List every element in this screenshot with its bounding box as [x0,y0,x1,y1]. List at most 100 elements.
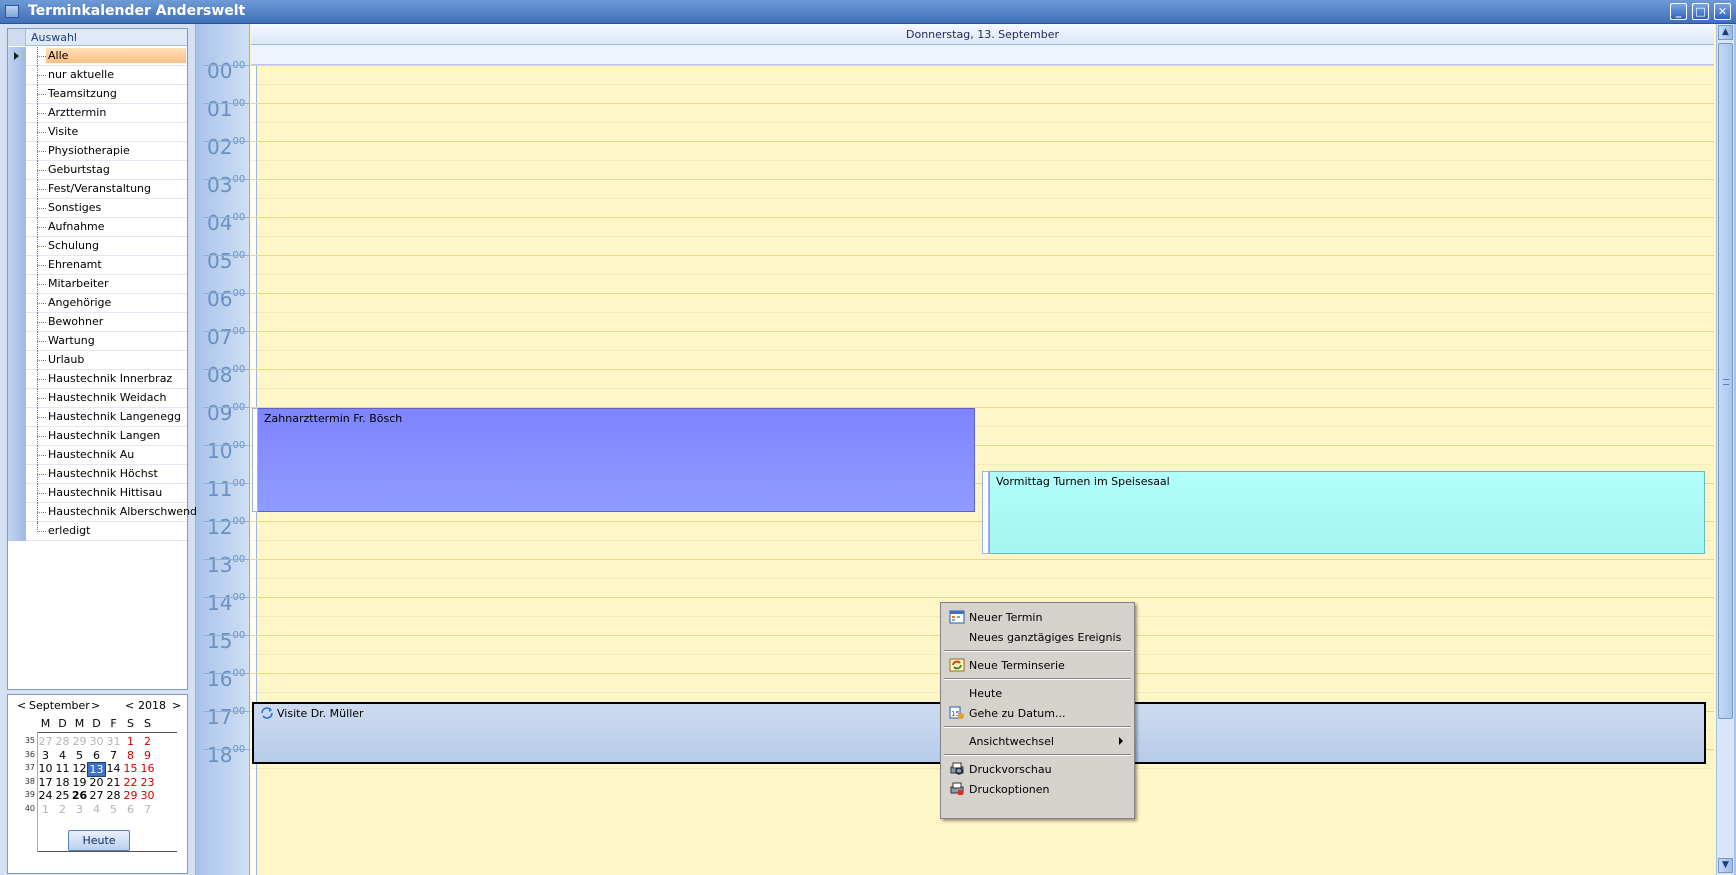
hour-tick [203,483,250,484]
tree-item[interactable]: Haustechnik Innerbraz [8,370,187,389]
tree-item[interactable]: Arzttermin [8,104,187,123]
tree-item[interactable]: Haustechnik Au [8,446,187,465]
tree-item[interactable]: Geburtstag [8,161,187,180]
event-title: Visite Dr. Müller [277,707,364,720]
hour-tick [203,141,250,142]
hour-label: 1100 [207,477,247,501]
tree-item[interactable]: Haustechnik Langen [8,427,187,446]
today-button[interactable]: Heute [68,830,130,851]
menu-item-today[interactable]: Heute [944,683,1131,703]
hour-label: 0300 [207,173,247,197]
event-vormittag-turnen[interactable]: Vormittag Turnen im Speisesaal [982,471,1705,554]
minimize-button[interactable]: _ [1670,3,1687,20]
scroll-down-button[interactable]: ▼ [1718,858,1733,873]
time-ruler: 0000 0100 0200 0300 0400 0500 0600 0700 0800 0900… [197,24,250,875]
hour-label: 0200 [207,135,247,159]
menu-item-new-series[interactable]: Neue Terminserie [944,655,1131,675]
tree-item[interactable]: Bewohner [8,313,187,332]
tree-item[interactable]: Fest/Veranstaltung [8,180,187,199]
half-hour-gridline [251,274,1714,275]
menu-item-new-appointment[interactable]: Neuer Termin [944,607,1131,627]
hour-tick [203,635,250,636]
tree-item-label: Urlaub [48,353,85,366]
menu-item-view-change[interactable]: Ansichtwechsel [944,731,1131,751]
tree-item-label: Haustechnik Innerbraz [48,372,173,385]
week-number: 37 [24,763,35,773]
hour-value: 03 [207,173,233,197]
tree-connector [37,493,46,494]
scroll-up-button[interactable]: ▲ [1718,25,1733,40]
half-hour-gridline [251,388,1714,389]
tree-connector [37,113,46,114]
tree-item[interactable]: Visite [8,123,187,142]
tree-item[interactable]: Teamsitzung [8,85,187,104]
tree-item[interactable]: Urlaub [8,351,187,370]
goto-date-icon: 15 [949,706,965,720]
calendar-day[interactable]: 9 [138,749,157,762]
menu-separator [944,650,1131,652]
hour-label: 0000 [207,59,247,83]
tree-item[interactable]: nur aktuelle [8,66,187,85]
menu-separator [944,754,1131,756]
month-prev-button[interactable]: < [17,699,26,712]
scroll-thumb[interactable] [1718,43,1733,719]
hour-value: 17 [207,705,233,729]
tree-item[interactable]: Haustechnik Langenegg [8,408,187,427]
menu-item-label: Neuer Termin [969,611,1043,624]
tree-item[interactable]: Physiotherapie [8,142,187,161]
tree-item[interactable]: Ehrenamt [8,256,187,275]
calendar-day[interactable]: 7 [138,803,157,816]
tree-item-label: Angehörige [48,296,112,309]
calendar-day[interactable]: 16 [138,762,157,775]
month-next-button[interactable]: > [91,699,100,712]
tree-item[interactable]: Haustechnik Alberschwende [8,503,204,522]
tree-item[interactable]: Mitarbeiter [8,275,187,294]
tree-item[interactable]: Haustechnik Weidach [8,389,187,408]
tree-item[interactable]: Schulung [8,237,187,256]
menu-item-new-allday-event[interactable]: Neues ganztägiges Ereignis [944,627,1131,647]
menu-item-print-options[interactable]: Druckoptionen [944,779,1131,799]
tree-item[interactable]: erledigt [8,522,187,541]
tree-item[interactable]: Haustechnik Höchst [8,465,187,484]
year-prev-button[interactable]: < [125,699,134,712]
menu-item-goto-date[interactable]: 15 Gehe zu Datum... [944,703,1131,723]
event-zahnarzttermin[interactable]: Zahnarzttermin Fr. Bösch [252,408,975,512]
vertical-scrollbar[interactable]: ▲ ▼ [1716,24,1734,875]
hour-gridline [251,103,1714,104]
close-button[interactable]: ✕ [1714,3,1731,20]
calendar-day[interactable]: 30 [138,789,157,802]
week-number: 40 [24,804,35,813]
half-hour-gridline [251,236,1714,237]
recurrence-icon [260,707,274,719]
year-next-button[interactable]: > [172,699,181,712]
all-day-area[interactable] [251,45,1714,65]
week-number: 39 [24,790,35,800]
tree-item-label: Haustechnik Höchst [48,467,158,480]
tree-item[interactable]: Sonstiges [8,199,187,218]
row-gutter [8,408,26,427]
hour-label: 1200 [207,515,247,539]
category-tree[interactable]: Auswahl Alle nur aktuelle Teamsitzung Arztt… [7,28,204,690]
date-header[interactable]: Donnerstag, 13. September [251,24,1714,45]
row-gutter [8,446,26,465]
tree-item[interactable]: Angehörige [8,294,187,313]
row-gutter [8,465,26,484]
hour-value: 11 [207,477,233,501]
row-gutter [8,427,26,446]
hour-value: 04 [207,211,233,235]
tree-item-label: Schulung [48,239,99,252]
menu-item-print-preview[interactable]: Druckvorschau [944,759,1131,779]
calendar-day[interactable]: 23 [138,776,157,789]
tree-item[interactable]: Haustechnik Hittisau [8,484,187,503]
hour-value: 09 [207,401,233,425]
title-bar: Terminkalender Anderswelt _ □ ✕ [0,0,1736,24]
tree-item[interactable]: Wartung [8,332,187,351]
mini-calendar[interactable]: < September > < 2018 > MDMDFSS 35 27 28 29 3… [7,694,188,874]
tree-item[interactable]: Aufnahme [8,218,187,237]
maximize-button[interactable]: □ [1692,3,1709,20]
tree-item[interactable]: Alle [8,47,187,66]
calendar-day[interactable]: 2 [138,735,157,748]
tree-item-label: Haustechnik Au [48,448,135,461]
tree-item-label: erledigt [48,524,91,537]
hour-label: 0500 [207,249,247,273]
